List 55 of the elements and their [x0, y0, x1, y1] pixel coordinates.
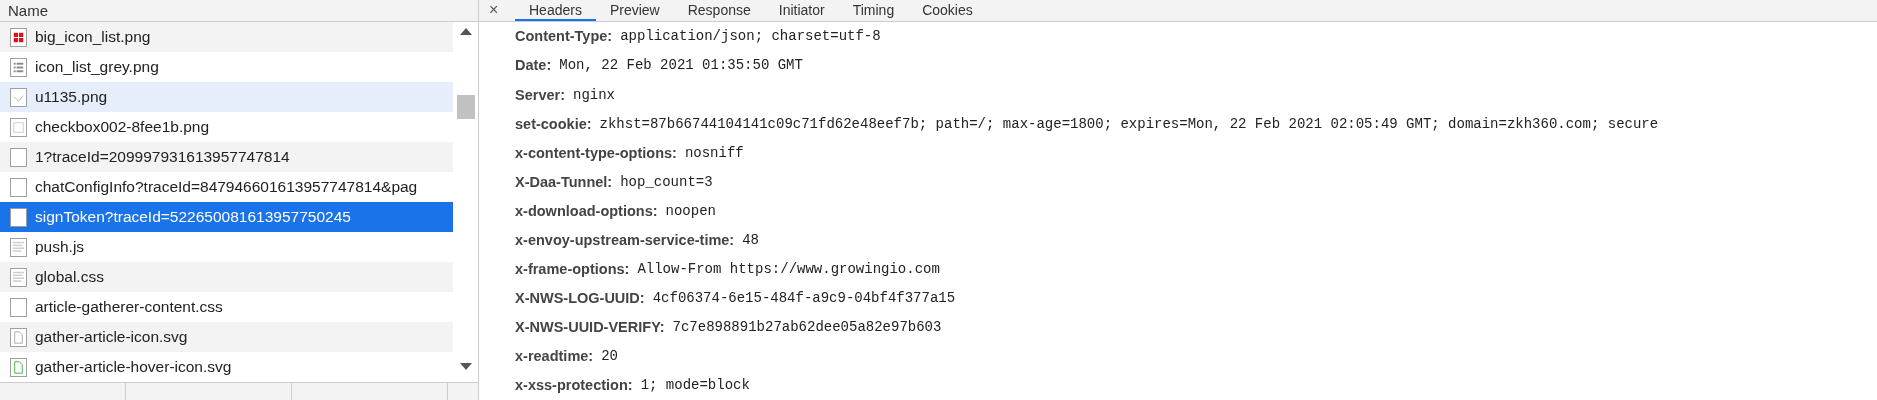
header-name: Content-Type:	[515, 28, 613, 45]
text-file-icon	[10, 267, 27, 287]
header-name: X-Daa-Tunnel:	[515, 173, 613, 190]
header-value: 1; mode=block	[640, 377, 750, 394]
document-file-icon	[10, 327, 27, 347]
list-file-icon	[10, 57, 27, 77]
blank-file-icon	[10, 117, 27, 137]
request-row[interactable]: global.css	[0, 262, 453, 292]
tab[interactable]: Response	[673, 0, 765, 21]
tab[interactable]: Initiator	[764, 0, 839, 21]
request-row[interactable]: u1135.png	[0, 82, 453, 112]
header-value: noopen	[665, 202, 716, 219]
header-value: 4cf06374-6e15-484f-a9c9-04bf4f377a15	[652, 290, 956, 307]
request-row[interactable]: 1?traceId=209997931613957747814	[0, 142, 453, 172]
header-value: 7c7e898891b27ab62dee05a82e97b603	[672, 319, 942, 336]
header-name: x-content-type-options:	[515, 144, 677, 161]
request-row[interactable]: gather-article-icon.svg	[0, 322, 453, 352]
header-value: Allow-From https://www.growingio.com	[637, 261, 940, 278]
blank-file-icon	[10, 177, 27, 197]
header-value: hop_count=3	[620, 173, 713, 190]
scroll-up-icon[interactable]	[460, 28, 472, 35]
tab[interactable]: Timing	[838, 0, 909, 21]
header-value: nginx	[573, 86, 615, 103]
header-name: Date:	[515, 57, 552, 74]
blank-file-icon	[10, 297, 27, 317]
scroll-thumb[interactable]	[457, 95, 475, 119]
header-value: Mon, 22 Feb 2021 01:35:50 GMT	[559, 57, 803, 74]
header-value: nosniff	[684, 144, 744, 161]
header-value: zkhst=87b66744104141c09c71fd62e48eef7b; path=/; max-age=1800; expires=Mon, 22 Feb 2021 02:05:49 GMT; domain=zkh360.com; secure	[599, 115, 1659, 132]
header-name: x-xss-protection:	[515, 377, 633, 394]
header-name: X-NWS-UUID-VERIFY:	[515, 319, 665, 336]
text-file-icon	[10, 237, 27, 257]
tab[interactable]: Headers	[515, 0, 596, 21]
close-icon[interactable]: ×	[489, 1, 515, 20]
header-name: x-frame-options:	[515, 261, 630, 278]
tab[interactable]: Cookies	[908, 0, 987, 21]
image-grid-icon	[10, 27, 27, 47]
column-header[interactable]: Name	[0, 0, 478, 22]
blank-file-icon	[10, 147, 27, 167]
header-value: application/json; charset=utf-8	[620, 28, 881, 45]
header-name: X-NWS-LOG-UUID:	[515, 290, 645, 307]
blank-file-icon	[10, 207, 27, 227]
tab[interactable]: Preview	[595, 0, 674, 21]
header-name: x-readtime:	[515, 348, 594, 365]
header-name: x-envoy-upstream-service-time:	[515, 232, 735, 248]
checkmark-file-icon	[10, 87, 27, 107]
header-name: set-cookie:	[515, 115, 592, 132]
scroll-down-icon[interactable]	[460, 363, 472, 370]
header-name: Server:	[515, 86, 565, 103]
header-name: x-download-options:	[515, 202, 658, 219]
document-file-icon	[10, 357, 27, 377]
request-row[interactable]: signToken?traceId=522650081613957750245	[0, 202, 453, 232]
header-value: 20	[601, 348, 618, 365]
request-row[interactable]: big_icon_list.png	[0, 22, 453, 52]
header-value: 48	[742, 232, 759, 248]
